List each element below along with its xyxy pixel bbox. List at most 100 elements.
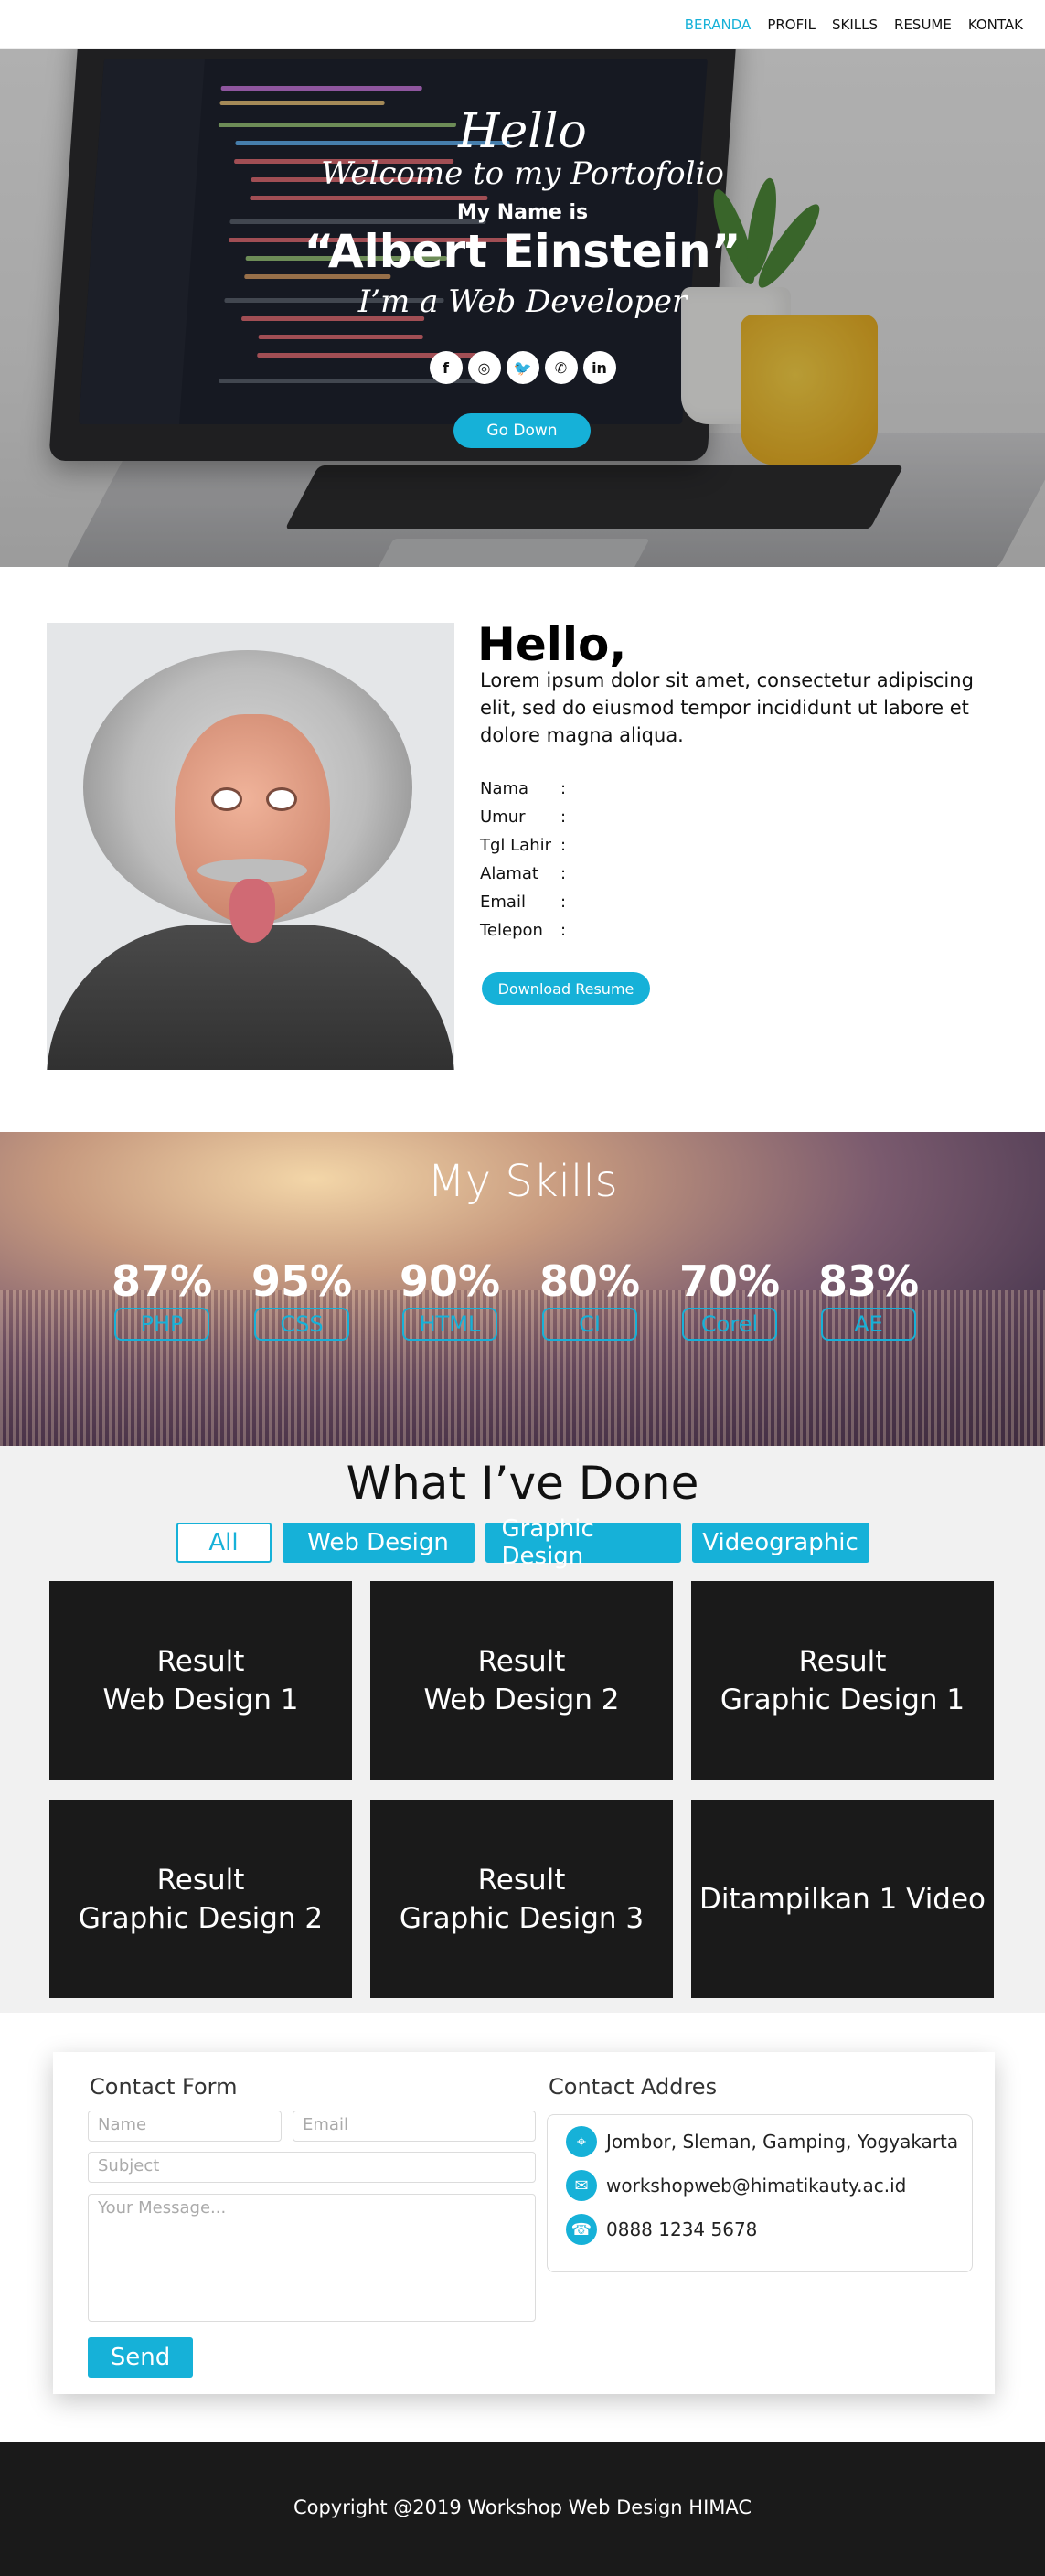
hero-welcome-text: Welcome to my Portofolio — [321, 155, 724, 192]
nav-item-beranda[interactable]: BERANDA — [685, 16, 752, 33]
hero-my-name-label: My Name is — [456, 201, 589, 224]
skill-item-corel: 70% Corel — [679, 1256, 780, 1341]
info-row-telepon: Telepon: — [480, 921, 566, 949]
contact-card: Contact Form Name Email Subject Your Mes… — [53, 2052, 995, 2394]
card-line: Ditampilkan 1 Video — [698, 1882, 986, 1916]
instagram-icon[interactable]: ◎ — [467, 351, 501, 384]
skill-percent: 83% — [818, 1256, 920, 1306]
info-separator: : — [560, 779, 567, 798]
download-resume-button[interactable]: Download Resume — [482, 972, 650, 1005]
portfolio-card[interactable]: Result Web Design 2 — [370, 1581, 673, 1780]
profile-info-list: Nama: Umur: Tgl Lahir: Alamat: Email: Te… — [480, 779, 566, 949]
skill-percent: 90% — [400, 1256, 501, 1306]
contact-form-title: Contact Form — [90, 2074, 238, 2100]
message-textarea[interactable]: Your Message... — [88, 2194, 536, 2322]
info-separator: : — [560, 921, 567, 940]
card-line: Result — [477, 1644, 566, 1678]
photo-tongue — [229, 879, 275, 943]
hero-name-title: “Albert Einstein” — [304, 225, 741, 278]
info-label: Tgl Lahir — [480, 836, 552, 855]
skill-item-php: 87% PHP — [112, 1256, 212, 1341]
footer: Copyright @2019 Workshop Web Design HIMA… — [0, 2442, 1045, 2576]
skill-item-html: 90% HTML — [400, 1256, 500, 1341]
linkedin-icon[interactable]: in — [582, 351, 616, 384]
subject-field[interactable]: Subject — [88, 2152, 536, 2183]
footer-copyright: Copyright @2019 Workshop Web Design HIMA… — [293, 2496, 752, 2518]
info-label: Email — [480, 893, 526, 912]
email-field[interactable]: Email — [293, 2111, 536, 2142]
card-line: Result — [798, 1644, 887, 1678]
portfolio-card[interactable]: Ditampilkan 1 Video — [691, 1800, 994, 1998]
contact-address-title: Contact Addres — [549, 2074, 718, 2100]
twitter-icon[interactable]: 🐦 — [506, 351, 539, 384]
filter-graphic-design-button[interactable]: Graphic Design — [485, 1515, 681, 1570]
skill-item-ci: 80% CI — [539, 1256, 640, 1341]
card-line: Result — [156, 1863, 245, 1897]
email-text: workshopweb@himatikauty.ac.id — [606, 2175, 907, 2197]
photo-jacket — [47, 925, 454, 1070]
card-line: Web Design 2 — [423, 1683, 620, 1716]
phone-text: 0888 1234 5678 — [606, 2218, 758, 2240]
send-button[interactable]: Send — [88, 2337, 193, 2378]
nav-item-resume[interactable]: RESUME — [894, 16, 952, 33]
skill-item-ae: 83% AE — [818, 1256, 919, 1341]
info-separator: : — [560, 864, 567, 883]
whatsapp-icon[interactable]: ✆ — [544, 351, 578, 384]
skill-name-badge: Corel — [682, 1308, 777, 1341]
phone-icon: ☎ — [566, 2214, 597, 2245]
skill-name-badge: CI — [542, 1308, 637, 1341]
card-line: Graphic Design 3 — [399, 1901, 645, 1935]
profile-photo — [47, 623, 454, 1070]
portfolio-section: What I’ve Done All Web Design Graphic De… — [0, 1446, 1045, 2013]
address-row: ⌖ Jombor, Sleman, Gamping, Yogyakarta — [566, 2126, 958, 2157]
filter-videographic-button[interactable]: Videographic — [691, 1523, 869, 1563]
skill-item-css: 95% CSS — [251, 1256, 352, 1341]
filter-all-button[interactable]: All — [176, 1523, 272, 1563]
info-row-umur: Umur: — [480, 807, 566, 836]
skill-name-badge: HTML — [402, 1308, 497, 1341]
portfolio-card[interactable]: Result Graphic Design 2 — [49, 1800, 352, 1998]
skill-percent: 70% — [679, 1256, 781, 1306]
nav-item-skills[interactable]: SKILLS — [832, 16, 878, 33]
portfolio-card[interactable]: Result Graphic Design 3 — [370, 1800, 673, 1998]
location-pin-icon: ⌖ — [566, 2126, 597, 2157]
info-row-nama: Nama: — [480, 779, 566, 807]
card-line: Result — [156, 1644, 245, 1678]
skill-percent: 95% — [251, 1256, 353, 1306]
info-label: Umur — [480, 807, 526, 827]
portfolio-card[interactable]: Result Graphic Design 1 — [691, 1581, 994, 1780]
nav-item-kontak[interactable]: KONTAK — [968, 16, 1023, 33]
card-line: Web Design 1 — [102, 1683, 299, 1716]
card-line: Result — [477, 1863, 566, 1897]
social-links: f ◎ 🐦 ✆ in — [0, 351, 1045, 384]
skill-name-badge: CSS — [254, 1308, 349, 1341]
contact-address-box: ⌖ Jombor, Sleman, Gamping, Yogyakarta ✉ … — [547, 2114, 973, 2272]
filter-web-design-button[interactable]: Web Design — [282, 1523, 475, 1563]
skills-section: My Skills 87% PHP 95% CSS 90% HTML 80% C… — [0, 1132, 1045, 1446]
profile-hello-heading: Hello, — [477, 618, 627, 671]
address-text: Jombor, Sleman, Gamping, Yogyakarta — [606, 2131, 959, 2153]
info-row-tgl-lahir: Tgl Lahir: — [480, 836, 566, 864]
card-line: Graphic Design 1 — [720, 1683, 965, 1716]
nav-item-profil[interactable]: PROFIL — [767, 16, 816, 33]
phone-row: ☎ 0888 1234 5678 — [566, 2214, 757, 2245]
facebook-icon[interactable]: f — [429, 351, 463, 384]
email-contact-icon: ✉ — [566, 2170, 597, 2201]
hero-role-text: I’m a Web Developer — [357, 283, 688, 320]
info-label: Nama — [480, 779, 529, 798]
skill-name-badge: PHP — [114, 1308, 209, 1341]
portfolio-title: What I’ve Done — [346, 1457, 699, 1510]
info-row-email: Email: — [480, 893, 566, 921]
skill-percent: 80% — [539, 1256, 641, 1306]
info-separator: : — [560, 807, 567, 827]
info-row-alamat: Alamat: — [480, 864, 566, 893]
name-field[interactable]: Name — [88, 2111, 282, 2142]
go-down-button[interactable]: Go Down — [453, 413, 591, 448]
portfolio-card[interactable]: Result Web Design 1 — [49, 1581, 352, 1780]
hero-section: Hello Welcome to my Portofolio My Name i… — [0, 49, 1045, 567]
skill-percent: 87% — [112, 1256, 213, 1306]
portfolio-filters: All Web Design Graphic Design Videograph… — [0, 1515, 1045, 1570]
info-separator: : — [560, 836, 567, 855]
email-row: ✉ workshopweb@himatikauty.ac.id — [566, 2170, 906, 2201]
card-line: Graphic Design 2 — [78, 1901, 324, 1935]
